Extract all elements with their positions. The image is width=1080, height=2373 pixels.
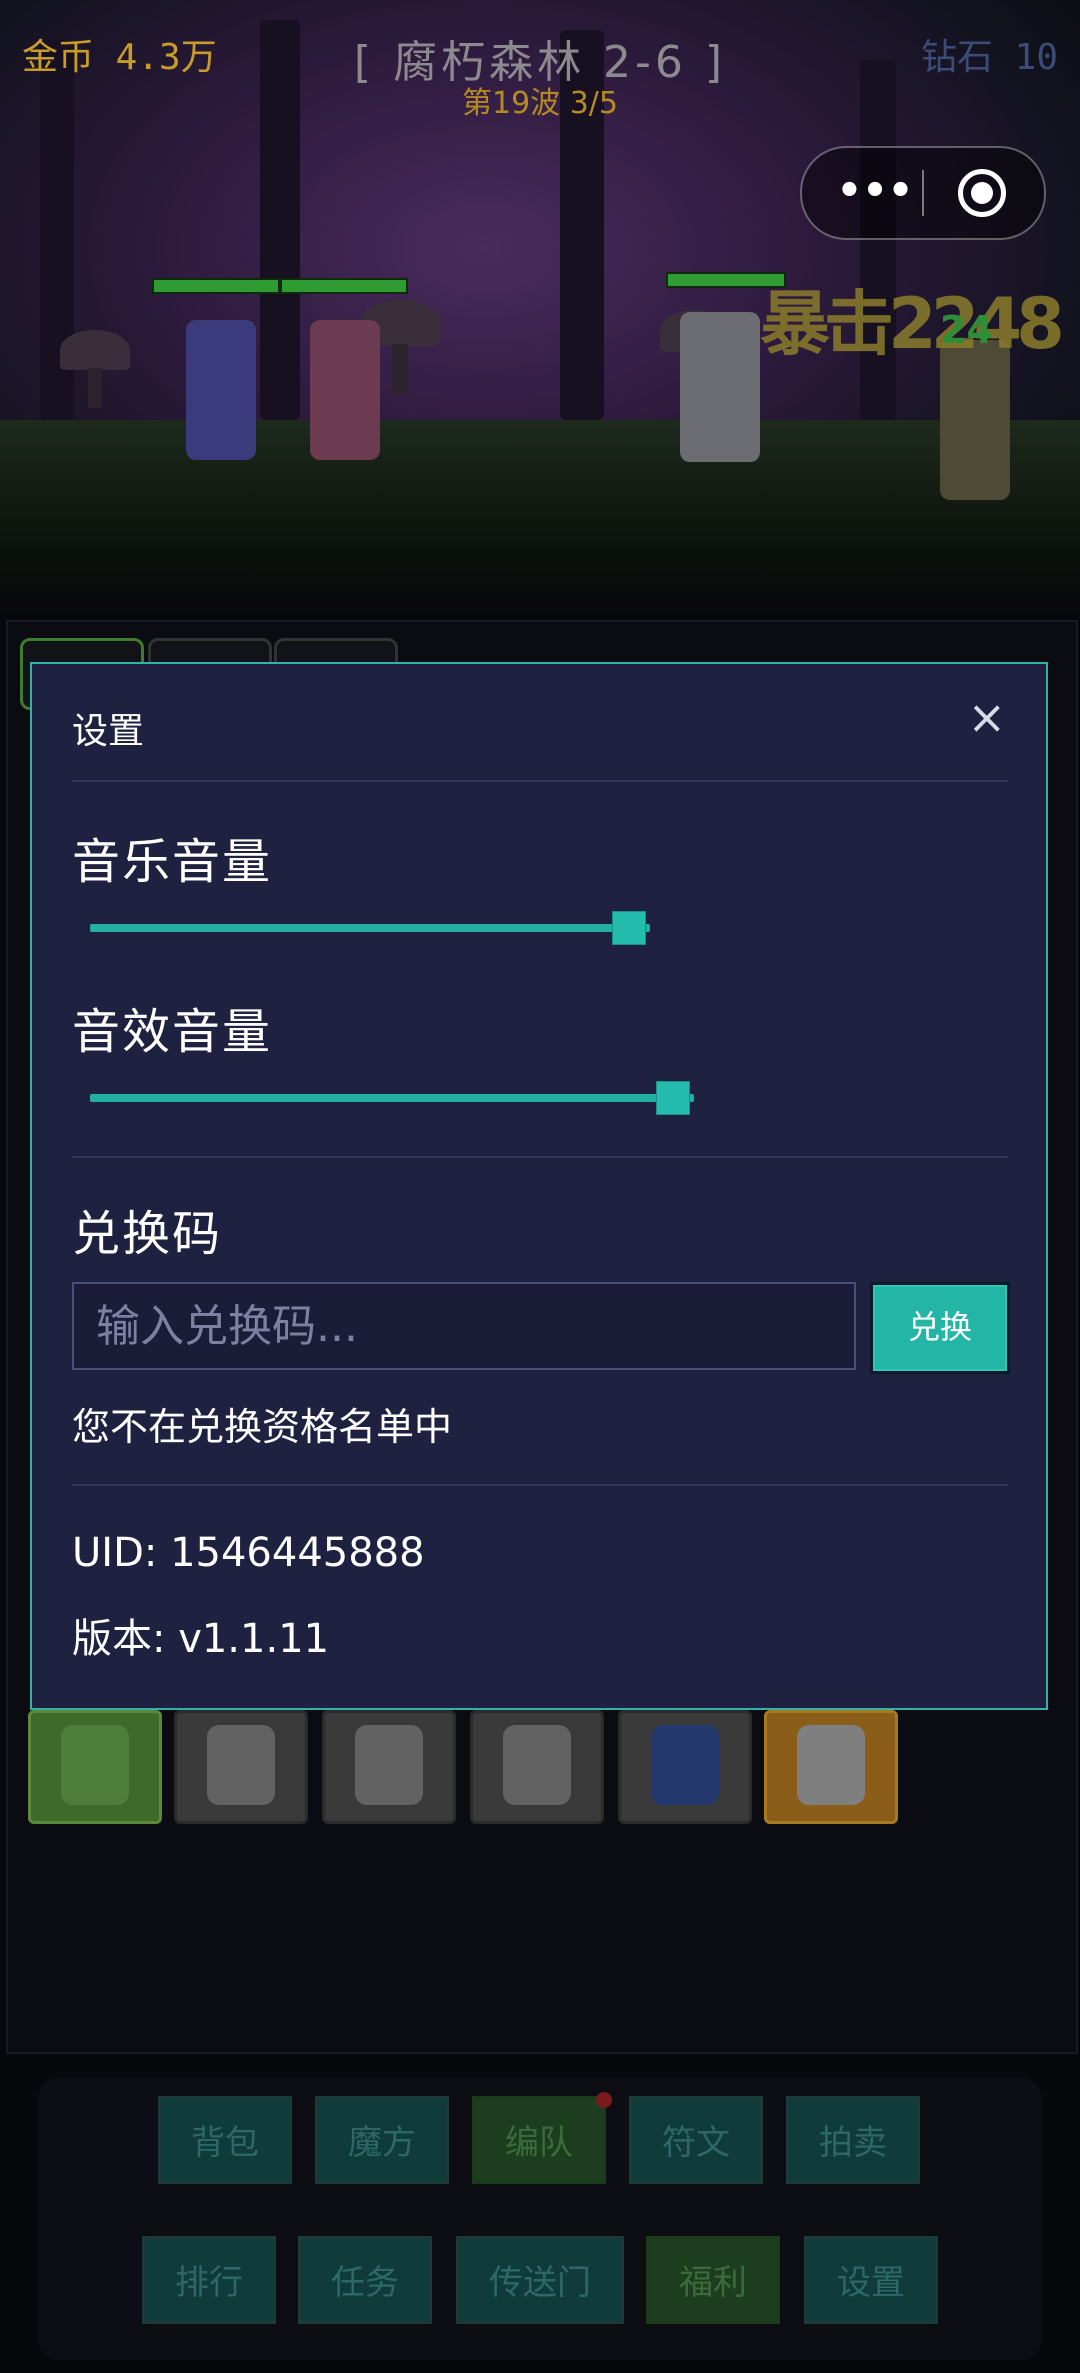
info-divider — [72, 1484, 1008, 1486]
nav-portal[interactable]: 传送门 — [456, 2236, 624, 2324]
version-text: 版本: v1.1.11 — [72, 1616, 330, 1662]
mushroom-stem — [88, 368, 102, 408]
settings-dialog: 设置 × 音乐音量 音效音量 兑换码 兑换 您不在兑换资格名单中 UID: 15… — [30, 662, 1048, 1710]
sfx-slider-thumb[interactable] — [656, 1081, 690, 1115]
chest-slot[interactable] — [322, 1710, 456, 1824]
archer-hero — [310, 320, 380, 460]
crit-damage-text: 暴击2248 — [760, 283, 1065, 365]
uid-text: UID: 1546445888 — [72, 1530, 425, 1576]
mushroom — [60, 330, 130, 370]
mage-hero — [186, 320, 256, 460]
close-icon[interactable]: × — [967, 694, 1006, 740]
music-slider-thumb[interactable] — [612, 911, 646, 945]
notification-dot — [596, 2092, 612, 2108]
nav-backpack[interactable]: 背包 — [158, 2096, 292, 2184]
damage-number: 24 — [940, 308, 993, 352]
knight-hero — [680, 312, 760, 462]
miniprogram-capsule: ••• — [800, 146, 1046, 240]
close-target-icon[interactable] — [958, 169, 1006, 217]
mushroom-stem — [392, 344, 408, 394]
nav-auction[interactable]: 拍卖 — [786, 2096, 920, 2184]
nav-welfare[interactable]: 福利 — [646, 2236, 780, 2324]
armor-slot[interactable] — [174, 1710, 308, 1824]
ring-slot[interactable] — [470, 1710, 604, 1824]
glove-slot[interactable] — [764, 1710, 898, 1824]
hero-hp-bar — [280, 278, 408, 294]
capsule-divider — [922, 170, 924, 216]
wave-counter: 第19波 3/5 — [462, 86, 618, 121]
title-divider — [72, 780, 1008, 782]
nav-team[interactable]: 编队 — [472, 2096, 606, 2184]
sfx-volume-label: 音效音量 — [72, 1004, 273, 1060]
forest-ground — [0, 420, 1080, 620]
nav-settings[interactable]: 设置 — [804, 2236, 938, 2324]
nav-rune[interactable]: 符文 — [629, 2096, 763, 2184]
battle-scene: 暴击2248 24 金币 4.3万 [ 腐朽森林 2-6 ] 第19波 3/5 … — [0, 0, 1080, 620]
nav-ranking[interactable]: 排行 — [142, 2236, 276, 2324]
music-volume-label: 音乐音量 — [72, 834, 273, 890]
diamond-counter: 钻石 10 — [920, 37, 1058, 78]
sfx-slider-track[interactable] — [90, 1094, 694, 1102]
music-slider-track[interactable] — [90, 924, 650, 932]
nav-cube[interactable]: 魔方 — [315, 2096, 449, 2184]
hero-hp-bar — [152, 278, 280, 294]
redeem-code-input[interactable] — [72, 1282, 856, 1370]
necklace-slot[interactable] — [28, 1710, 162, 1824]
redeem-code-label: 兑换码 — [72, 1206, 223, 1262]
dialog-title: 设置 — [72, 711, 145, 752]
book-slot[interactable] — [618, 1710, 752, 1824]
redeem-button[interactable]: 兑换 — [870, 1282, 1010, 1374]
redeem-status-message: 您不在兑换资格名单中 — [72, 1405, 453, 1449]
section-divider — [72, 1156, 1008, 1158]
nav-quests[interactable]: 任务 — [298, 2236, 432, 2324]
more-dots-icon[interactable]: ••• — [830, 168, 920, 218]
